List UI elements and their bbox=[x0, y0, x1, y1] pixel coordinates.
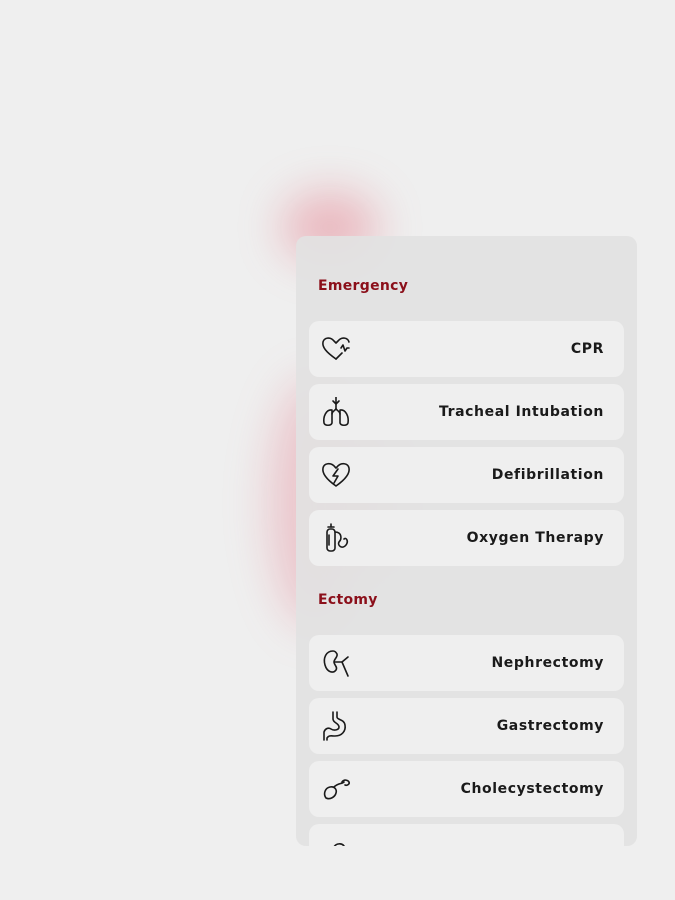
procedures-panel[interactable]: Emergency CPR Tracheal Intubation Defibr… bbox=[296, 236, 637, 846]
procedure-item-gastrectomy[interactable]: Gastrectomy bbox=[309, 698, 624, 754]
procedure-item-nephrectomy[interactable]: Nephrectomy bbox=[309, 635, 624, 691]
procedure-label: Oxygen Therapy bbox=[466, 530, 604, 546]
procedure-label: Nephrectomy bbox=[491, 655, 604, 671]
procedure-item-cpr[interactable]: CPR bbox=[309, 321, 624, 377]
heart-pulse-icon bbox=[320, 334, 352, 364]
procedure-item-oxygen-therapy[interactable]: Oxygen Therapy bbox=[309, 510, 624, 566]
stomach-icon bbox=[320, 711, 352, 741]
organ-icon bbox=[320, 837, 352, 846]
procedure-label: Defibrillation bbox=[491, 467, 604, 483]
gallbladder-icon bbox=[320, 774, 352, 804]
heart-bolt-icon bbox=[320, 460, 352, 490]
procedure-label: Cholecystectomy bbox=[460, 781, 604, 797]
kidney-icon bbox=[320, 648, 352, 678]
procedure-item-partial[interactable] bbox=[309, 824, 624, 846]
section-title-emergency: Emergency bbox=[318, 278, 409, 294]
oxygen-tank-icon bbox=[320, 523, 352, 553]
section-title-ectomy: Ectomy bbox=[318, 592, 378, 608]
app-screen: Emergency CPR Tracheal Intubation Defibr… bbox=[0, 0, 675, 900]
procedure-item-tracheal-intubation[interactable]: Tracheal Intubation bbox=[309, 384, 624, 440]
procedure-item-defibrillation[interactable]: Defibrillation bbox=[309, 447, 624, 503]
lungs-icon bbox=[320, 397, 352, 427]
procedure-label: Gastrectomy bbox=[496, 718, 604, 734]
procedure-label: Tracheal Intubation bbox=[438, 404, 604, 420]
procedure-label: CPR bbox=[570, 341, 604, 357]
procedure-item-cholecystectomy[interactable]: Cholecystectomy bbox=[309, 761, 624, 817]
